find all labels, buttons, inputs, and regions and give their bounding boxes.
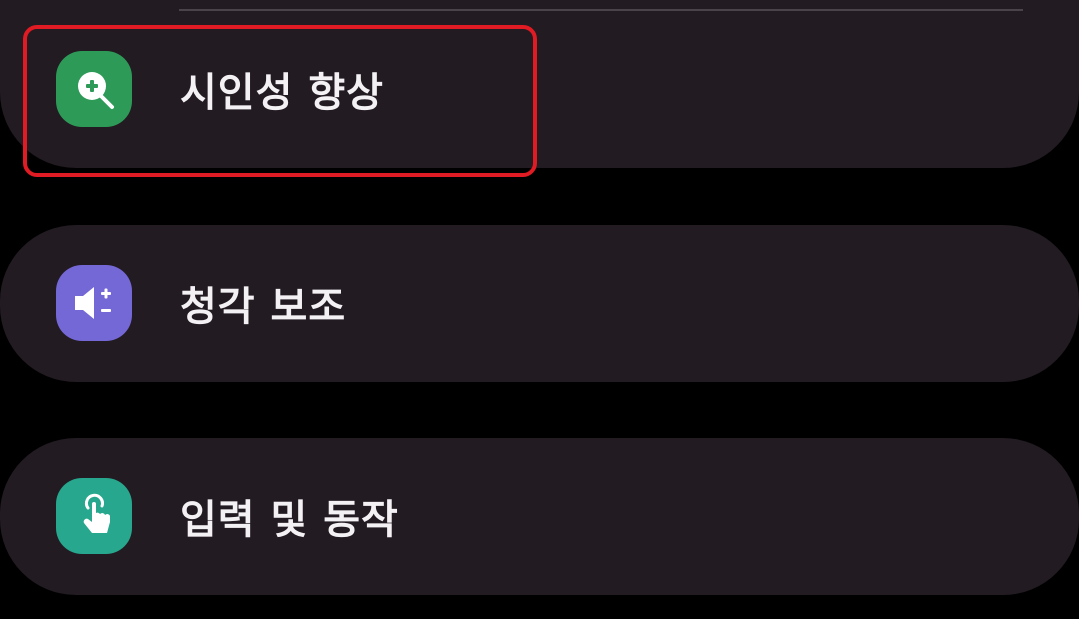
menu-item-hearing-assistance[interactable]: 청각 보조	[0, 264, 1079, 342]
tap-hand-icon	[56, 478, 132, 554]
magnifier-plus-icon	[56, 51, 132, 127]
accessibility-settings-screen: 시인성 향상 청각 보조 입력 및 동작	[0, 0, 1079, 619]
menu-item-visibility-enhancement[interactable]: 시인성 향상	[0, 50, 1079, 128]
hearing-card: 청각 보조	[0, 225, 1079, 382]
menu-item-label: 시인성 향상	[180, 70, 384, 116]
menu-item-input-interaction[interactable]: 입력 및 동작	[0, 477, 1079, 555]
input-interaction-card: 입력 및 동작	[0, 438, 1079, 595]
menu-item-label: 청각 보조	[180, 284, 347, 330]
visibility-card: 시인성 향상	[0, 0, 1079, 168]
divider	[179, 9, 1023, 11]
speaker-plus-minus-icon	[56, 265, 132, 341]
menu-item-label: 입력 및 동작	[180, 497, 399, 543]
